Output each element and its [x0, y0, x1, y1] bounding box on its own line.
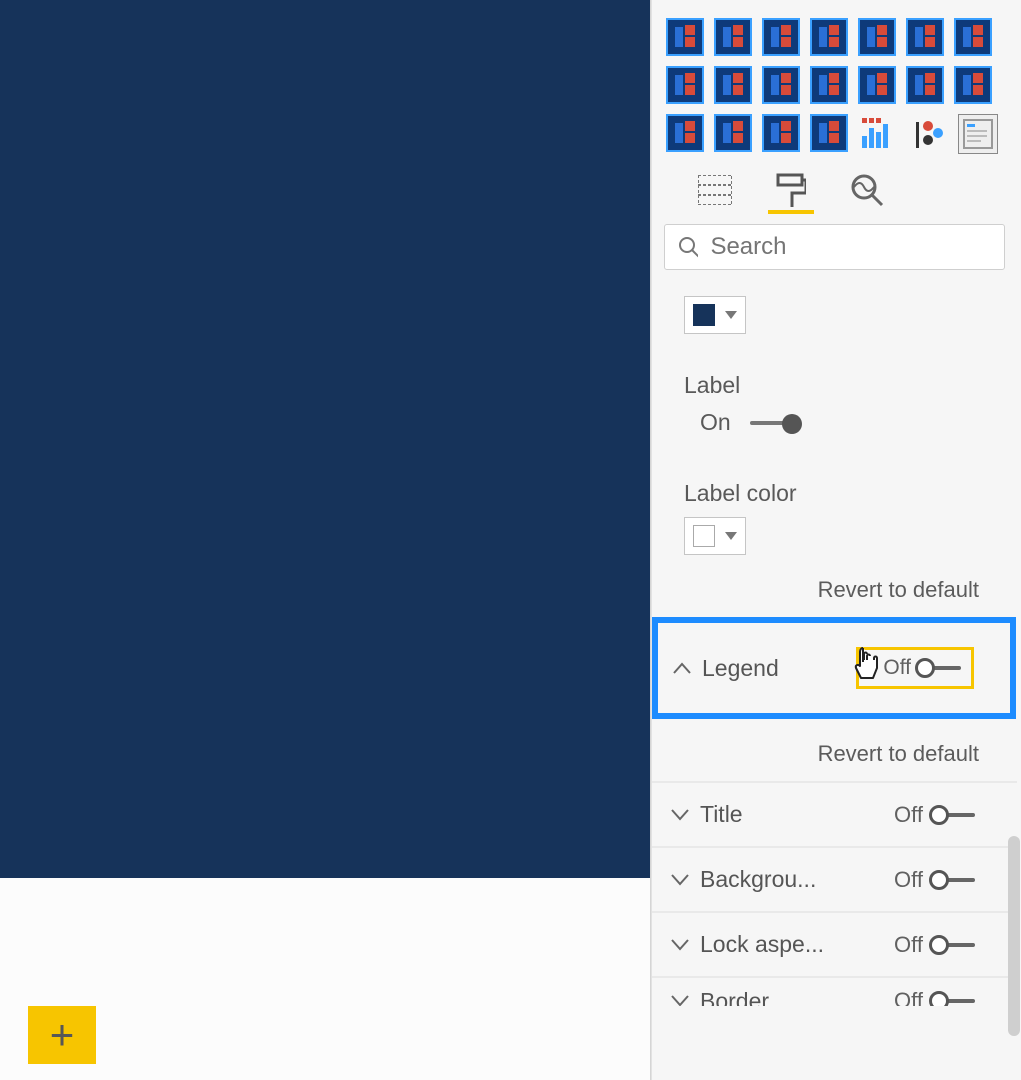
paint-roller-icon [776, 173, 806, 207]
viz-type-button[interactable] [714, 18, 752, 56]
label-color-dropdown[interactable] [684, 517, 746, 555]
label-heading: Label [684, 372, 987, 399]
viz-type-button[interactable] [954, 18, 992, 56]
visualizations-panel: Label On Label color Revert to [651, 0, 1021, 1080]
color-swatch [693, 525, 715, 547]
viz-type-button[interactable] [762, 66, 800, 104]
chevron-up-icon [672, 658, 692, 678]
add-page-button[interactable]: + [28, 1006, 96, 1064]
lock-aspect-toggle-text: Off [894, 932, 923, 958]
chevron-down-icon [670, 805, 690, 825]
viz-type-button[interactable] [810, 114, 848, 152]
label-toggle-text: On [700, 409, 736, 436]
background-toggle[interactable] [929, 870, 977, 890]
title-section-title: Title [700, 801, 743, 828]
legend-toggle-text: Off [883, 656, 911, 680]
format-sub-tabs [652, 160, 1017, 214]
viz-type-button[interactable] [958, 114, 998, 154]
viz-type-button[interactable] [954, 66, 992, 104]
viz-type-button[interactable] [762, 114, 800, 152]
viz-type-button[interactable] [906, 66, 944, 104]
viz-type-button[interactable] [858, 18, 896, 56]
fields-tab[interactable] [692, 170, 738, 214]
border-section-title: Border [700, 988, 769, 1007]
viz-type-grid [652, 0, 1017, 160]
revert-to-default-link[interactable]: Revert to default [652, 719, 1017, 781]
background-section-header[interactable]: Backgrou... Off [652, 846, 1017, 911]
lock-aspect-section-title: Lock aspe... [700, 931, 824, 958]
analytics-tab[interactable] [844, 170, 890, 214]
chevron-down-icon [725, 532, 737, 540]
label-toggle[interactable] [750, 414, 802, 432]
legend-section-highlight: Legend Off [652, 617, 1016, 719]
viz-type-button[interactable] [666, 114, 704, 152]
viz-type-button[interactable] [762, 18, 800, 56]
page-tabs-area: + [0, 878, 650, 1080]
lock-aspect-toggle[interactable] [929, 935, 977, 955]
search-icon [677, 235, 698, 259]
title-section-header[interactable]: Title Off [652, 781, 1017, 846]
viz-type-button[interactable] [810, 66, 848, 104]
border-section-header[interactable]: Border Off [652, 976, 1017, 1006]
chevron-down-icon [670, 935, 690, 955]
format-search[interactable] [664, 224, 1005, 270]
chevron-down-icon [670, 991, 690, 1006]
title-toggle-text: Off [894, 802, 923, 828]
background-toggle-text: Off [894, 867, 923, 893]
search-input[interactable] [710, 233, 992, 261]
color-swatch [693, 304, 715, 326]
viz-type-button[interactable] [858, 114, 898, 154]
title-toggle[interactable] [929, 805, 977, 825]
report-canvas[interactable] [0, 0, 650, 878]
viz-type-button[interactable] [858, 66, 896, 104]
format-tab[interactable] [768, 170, 814, 214]
viz-type-button[interactable] [906, 18, 944, 56]
viz-type-button[interactable] [666, 18, 704, 56]
viz-type-button[interactable] [666, 66, 704, 104]
legend-section-title: Legend [702, 655, 779, 682]
viz-type-button[interactable] [810, 18, 848, 56]
border-toggle[interactable] [929, 991, 977, 1006]
chevron-down-icon [725, 311, 737, 319]
background-section-title: Backgrou... [700, 866, 816, 893]
canvas-area: + [0, 0, 651, 1080]
fields-icon [698, 175, 732, 205]
viz-type-button[interactable] [714, 114, 752, 152]
analytics-icon [850, 173, 884, 207]
chevron-down-icon [670, 870, 690, 890]
viz-type-button[interactable] [714, 66, 752, 104]
legend-section-header[interactable]: Legend Off [658, 623, 1010, 713]
lock-aspect-section-header[interactable]: Lock aspe... Off [652, 911, 1017, 976]
revert-to-default-link[interactable]: Revert to default [652, 555, 1017, 617]
cursor-hand-icon [853, 646, 883, 682]
viz-type-button[interactable] [908, 114, 948, 154]
label-color-heading: Label color [684, 480, 987, 507]
scrollbar-thumb[interactable] [1008, 836, 1020, 1036]
legend-toggle[interactable] [915, 658, 963, 678]
border-toggle-text: Off [894, 988, 923, 1006]
color-dropdown[interactable] [684, 296, 746, 334]
